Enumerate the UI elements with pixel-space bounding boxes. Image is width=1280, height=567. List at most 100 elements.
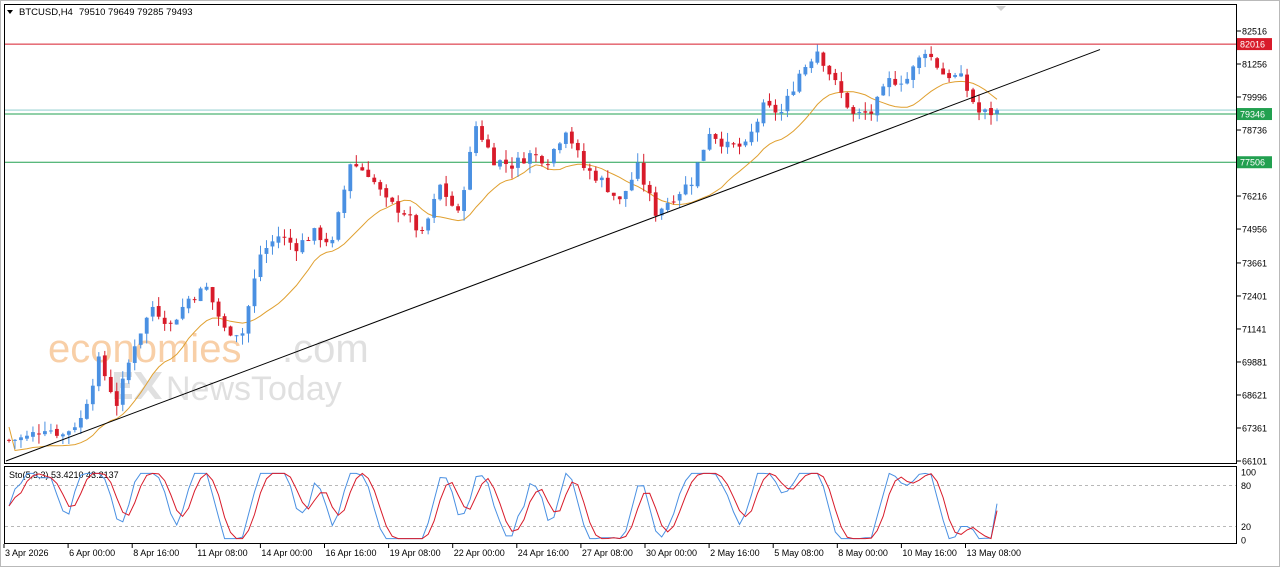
candle-body <box>540 156 544 164</box>
candle-body <box>743 141 748 146</box>
ohlc-readout: 79510 79649 79285 79493 <box>79 7 193 18</box>
time-tick-label: 3 Apr 2026 <box>5 548 49 558</box>
stochastic-label: Sto(5,3,3) 53.4210 43.2137 <box>9 470 119 480</box>
candle <box>126 359 131 384</box>
candle <box>701 149 706 162</box>
candle <box>468 146 472 191</box>
candle-body <box>31 432 35 437</box>
chart-root: BTCUSD,H4 79510 79649 79285 79493 econom… <box>0 0 1280 567</box>
candle-body <box>25 435 29 439</box>
watermark-dotcom: .com <box>282 327 369 371</box>
candle-body <box>492 147 496 166</box>
symbol-label: BTCUSD,H4 <box>19 7 73 18</box>
price-tick-label: 68621 <box>1242 390 1267 400</box>
candle-body <box>102 355 107 377</box>
candle-body <box>432 198 437 218</box>
candle-body <box>827 65 832 75</box>
candle-body <box>851 107 856 114</box>
time-tick-label: 2 May 16:00 <box>710 548 760 558</box>
candle-body <box>995 110 999 114</box>
candle-body <box>647 184 652 194</box>
price-tick-label: 82516 <box>1242 27 1267 37</box>
candle-body <box>671 201 676 203</box>
candle-body <box>785 95 790 112</box>
candle-body <box>683 184 688 195</box>
candle-body <box>923 53 928 59</box>
candle-body <box>797 73 802 92</box>
candle-body <box>498 160 502 167</box>
candle-body <box>420 230 425 232</box>
price-tick-label: 73661 <box>1242 258 1267 268</box>
candle-body <box>551 148 556 164</box>
candle-body <box>234 335 239 337</box>
candle-body <box>929 53 934 58</box>
stochastic-tick-label: 0 <box>1241 536 1246 546</box>
candle-body <box>522 158 526 164</box>
candle-body <box>108 376 113 393</box>
candle-body <box>114 391 119 406</box>
time-tick-label: 27 Apr 08:00 <box>582 548 633 558</box>
candle-body <box>545 164 550 166</box>
candle-body <box>138 333 143 345</box>
candle-body <box>905 78 910 84</box>
candle-body <box>468 151 472 190</box>
candle-body <box>19 437 23 441</box>
candle-body <box>426 218 431 231</box>
candle-body <box>761 102 766 124</box>
candle-body <box>13 439 17 441</box>
candle-body <box>318 227 323 241</box>
candle-body <box>629 179 634 191</box>
candle-body <box>575 142 580 151</box>
candle-body <box>863 111 868 113</box>
candle-body <box>126 362 131 381</box>
candle-body <box>767 100 772 106</box>
candle-body <box>180 306 185 319</box>
time-tick-label: 22 Apr 00:00 <box>454 548 505 558</box>
candle-body <box>833 72 838 81</box>
candle-body <box>396 201 401 213</box>
candle-body <box>534 154 538 156</box>
candle-body <box>599 177 604 181</box>
candle-body <box>719 138 724 147</box>
time-tick-label: 30 Apr 00:00 <box>646 548 697 558</box>
candle-body <box>66 431 71 435</box>
candle-body <box>276 236 281 243</box>
candle-body <box>953 75 958 77</box>
candle-body <box>899 83 904 85</box>
candle-body <box>749 131 754 143</box>
candle-body <box>845 92 850 108</box>
candle-body <box>516 157 520 168</box>
candle-body <box>971 89 975 103</box>
candle-body <box>450 195 455 206</box>
candle-body <box>563 132 568 144</box>
candle-body <box>240 333 245 336</box>
candle-body <box>611 192 616 196</box>
candle-body <box>252 278 257 307</box>
time-tick-label: 5 May 08:00 <box>774 548 824 558</box>
stochastic-tick-label: 80 <box>1241 481 1251 491</box>
candle-body <box>581 151 586 169</box>
candle <box>438 183 443 201</box>
candle-body <box>7 439 11 441</box>
candle-body <box>887 78 892 88</box>
watermark-newstoday: NewsToday <box>166 370 342 408</box>
support-level-label: 77506 <box>1240 158 1265 168</box>
candle-body <box>605 177 610 193</box>
candle-body <box>43 431 47 435</box>
candle-body <box>893 78 898 85</box>
candle-body <box>731 143 736 145</box>
candle <box>845 92 850 109</box>
price-tick-label: 79996 <box>1242 93 1267 103</box>
candle-body <box>336 212 341 240</box>
candle-body <box>258 254 263 278</box>
candle-body <box>869 111 874 114</box>
candle-body <box>198 288 203 302</box>
price-tick-label: 74956 <box>1242 225 1267 235</box>
candle-body <box>803 67 808 75</box>
candle-body <box>144 317 149 334</box>
candle-body <box>324 238 329 243</box>
candle-body <box>815 51 820 63</box>
candle-body <box>504 159 508 165</box>
candle-body <box>875 96 880 116</box>
candle-body <box>174 319 179 325</box>
